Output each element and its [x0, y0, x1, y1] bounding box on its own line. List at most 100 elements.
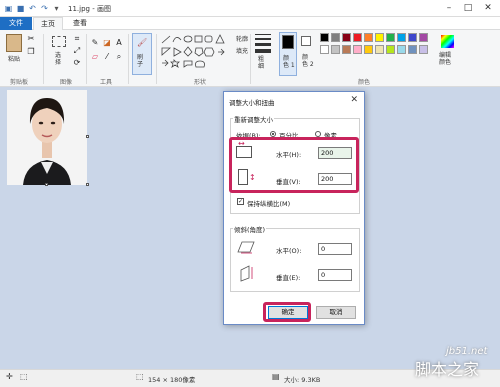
window-title: 11.jpg - 画图: [68, 5, 111, 13]
color-swatch[interactable]: [353, 45, 362, 54]
color-swatch[interactable]: [375, 45, 384, 54]
group-label-clipboard: 剪贴板: [10, 79, 29, 86]
color-swatch[interactable]: [320, 33, 329, 42]
color-swatch[interactable]: [419, 33, 428, 42]
portrait-image[interactable]: [7, 90, 87, 185]
group-label-colors: 颜色: [358, 79, 371, 86]
tab-home[interactable]: 主页: [33, 17, 63, 30]
close-icon[interactable]: ✕: [481, 2, 495, 14]
color-swatch[interactable]: [364, 45, 373, 54]
rotate-icon[interactable]: ⟳: [72, 58, 82, 68]
resize-handle-corner[interactable]: [86, 183, 89, 186]
color-swatch[interactable]: [342, 45, 351, 54]
eraser-icon[interactable]: ▱: [90, 52, 100, 62]
color-swatch[interactable]: [408, 33, 417, 42]
cursor-position-icon: ✛: [6, 372, 13, 381]
paint-app-icon: ▣: [4, 4, 13, 13]
fill-bucket-icon[interactable]: ◪: [102, 38, 112, 48]
brushes-button[interactable]: 🖌 刷 子: [132, 33, 152, 75]
watermark-logo: 脚本之家: [415, 360, 480, 379]
skew-horizontal-label: 水平(O):: [276, 247, 302, 255]
color2-label[interactable]: 颜 色 2: [302, 54, 314, 68]
pencil-icon[interactable]: ✎: [90, 38, 100, 48]
cancel-button[interactable]: 取消: [316, 306, 356, 319]
file-size: 大小: 9.3KB: [284, 376, 321, 384]
resize-handle-right[interactable]: [86, 135, 89, 138]
color1-label: 颜 色 1: [283, 55, 295, 69]
resize-section-label: 重新调整大小: [233, 114, 274, 124]
color-swatch[interactable]: [364, 33, 373, 42]
undo-icon[interactable]: ↶: [28, 4, 37, 13]
color-swatch[interactable]: [331, 33, 340, 42]
highlight-box-ok: [263, 302, 311, 322]
color-swatch[interactable]: [408, 45, 417, 54]
color2-swatch[interactable]: [301, 36, 311, 46]
highlight-box-size-fields: [229, 137, 359, 193]
skew-horizontal-icon: [237, 241, 255, 254]
quick-access-dropdown-icon[interactable]: ▾: [52, 4, 61, 13]
color-swatch[interactable]: [342, 33, 351, 42]
copy-icon[interactable]: ❐: [26, 47, 36, 57]
resize-icon[interactable]: ⤢: [72, 46, 82, 56]
save-icon[interactable]: ■: [16, 4, 25, 13]
resize-skew-dialog: 调整大小和扭曲 ✕ 重新调整大小 依据(B): 百分比 像素 ↔ 水平(H): …: [223, 91, 365, 325]
color-swatch[interactable]: [419, 45, 428, 54]
color-swatch[interactable]: [331, 45, 340, 54]
color-swatch[interactable]: [397, 33, 406, 42]
skew-vertical-input[interactable]: 0: [318, 269, 352, 281]
color1-button[interactable]: 颜 色 1: [279, 32, 297, 76]
color-picker-icon[interactable]: ⁄: [102, 52, 112, 62]
keep-ratio-checkbox[interactable]: ✓: [237, 198, 244, 205]
ribbon-separator: [86, 34, 87, 84]
edit-colors-label[interactable]: 编辑 颜色: [439, 52, 451, 66]
shapes-gallery[interactable]: [160, 34, 232, 68]
color-swatch[interactable]: [320, 45, 329, 54]
group-label-image: 图像: [60, 79, 73, 86]
group-label-tools: 工具: [100, 79, 113, 86]
tab-view[interactable]: 查看: [66, 17, 94, 30]
skew-section: [230, 228, 360, 292]
color1-swatch: [282, 35, 294, 49]
select-icon[interactable]: [52, 36, 66, 47]
title-bar: ▣ ■ ↶ ↷ ▾ 11.jpg - 画图 – □ ✕: [0, 0, 500, 17]
image-dimensions: 154 × 180像素: [148, 376, 196, 384]
select-button-label[interactable]: 选 择: [55, 52, 61, 66]
brush-icon: 🖌: [137, 38, 148, 47]
resize-handle-bottom[interactable]: [45, 183, 48, 186]
redo-icon[interactable]: ↷: [40, 4, 49, 13]
selection-icon: ⬚: [20, 372, 28, 381]
color-swatch[interactable]: [375, 33, 384, 42]
color-swatch[interactable]: [353, 33, 362, 42]
paste-icon[interactable]: [6, 34, 22, 52]
close-icon[interactable]: ✕: [350, 95, 358, 105]
magnifier-icon[interactable]: ⌕: [114, 52, 124, 62]
color-swatch[interactable]: [386, 45, 395, 54]
text-icon[interactable]: A: [114, 38, 124, 48]
cut-icon[interactable]: ✂: [26, 34, 36, 44]
paste-button-label[interactable]: 粘贴: [8, 54, 20, 63]
skew-horizontal-input[interactable]: 0: [318, 243, 352, 255]
color-palette[interactable]: [320, 33, 435, 73]
color-swatch[interactable]: [397, 45, 406, 54]
keep-ratio-label[interactable]: 保持纵横比(M): [247, 198, 290, 208]
ribbon-tab-row: 文件 主页 查看: [0, 17, 500, 30]
ribbon-separator: [156, 34, 157, 84]
skew-vertical-icon: [240, 265, 253, 282]
image-dimensions-icon: ⬚: [136, 372, 144, 381]
ribbon-separator: [43, 34, 44, 84]
maximize-icon[interactable]: □: [461, 2, 475, 14]
edit-colors-icon[interactable]: [441, 35, 454, 48]
minimize-icon[interactable]: –: [442, 2, 456, 14]
fill-dropdown[interactable]: 填充: [236, 46, 248, 55]
crop-icon[interactable]: ⌗: [72, 34, 82, 44]
skew-vertical-label: 垂直(E):: [276, 274, 301, 282]
color-swatch[interactable]: [386, 33, 395, 42]
ribbon: 粘贴 ✂ ❐ 剪贴板 选 择 ⌗ ⤢ ⟳ 图像 ✎ ◪ A ▱ ⁄ ⌕ 工具 🖌…: [0, 30, 500, 87]
size-button-label[interactable]: 粗 细: [258, 56, 264, 70]
skew-section-label: 倾斜(角度): [233, 224, 267, 234]
tab-file[interactable]: 文件: [0, 17, 32, 30]
brushes-label: 刷 子: [137, 54, 144, 68]
outline-dropdown[interactable]: 轮廓: [236, 34, 248, 43]
size-icon[interactable]: [255, 34, 271, 53]
group-label-shapes: 形状: [194, 79, 207, 86]
